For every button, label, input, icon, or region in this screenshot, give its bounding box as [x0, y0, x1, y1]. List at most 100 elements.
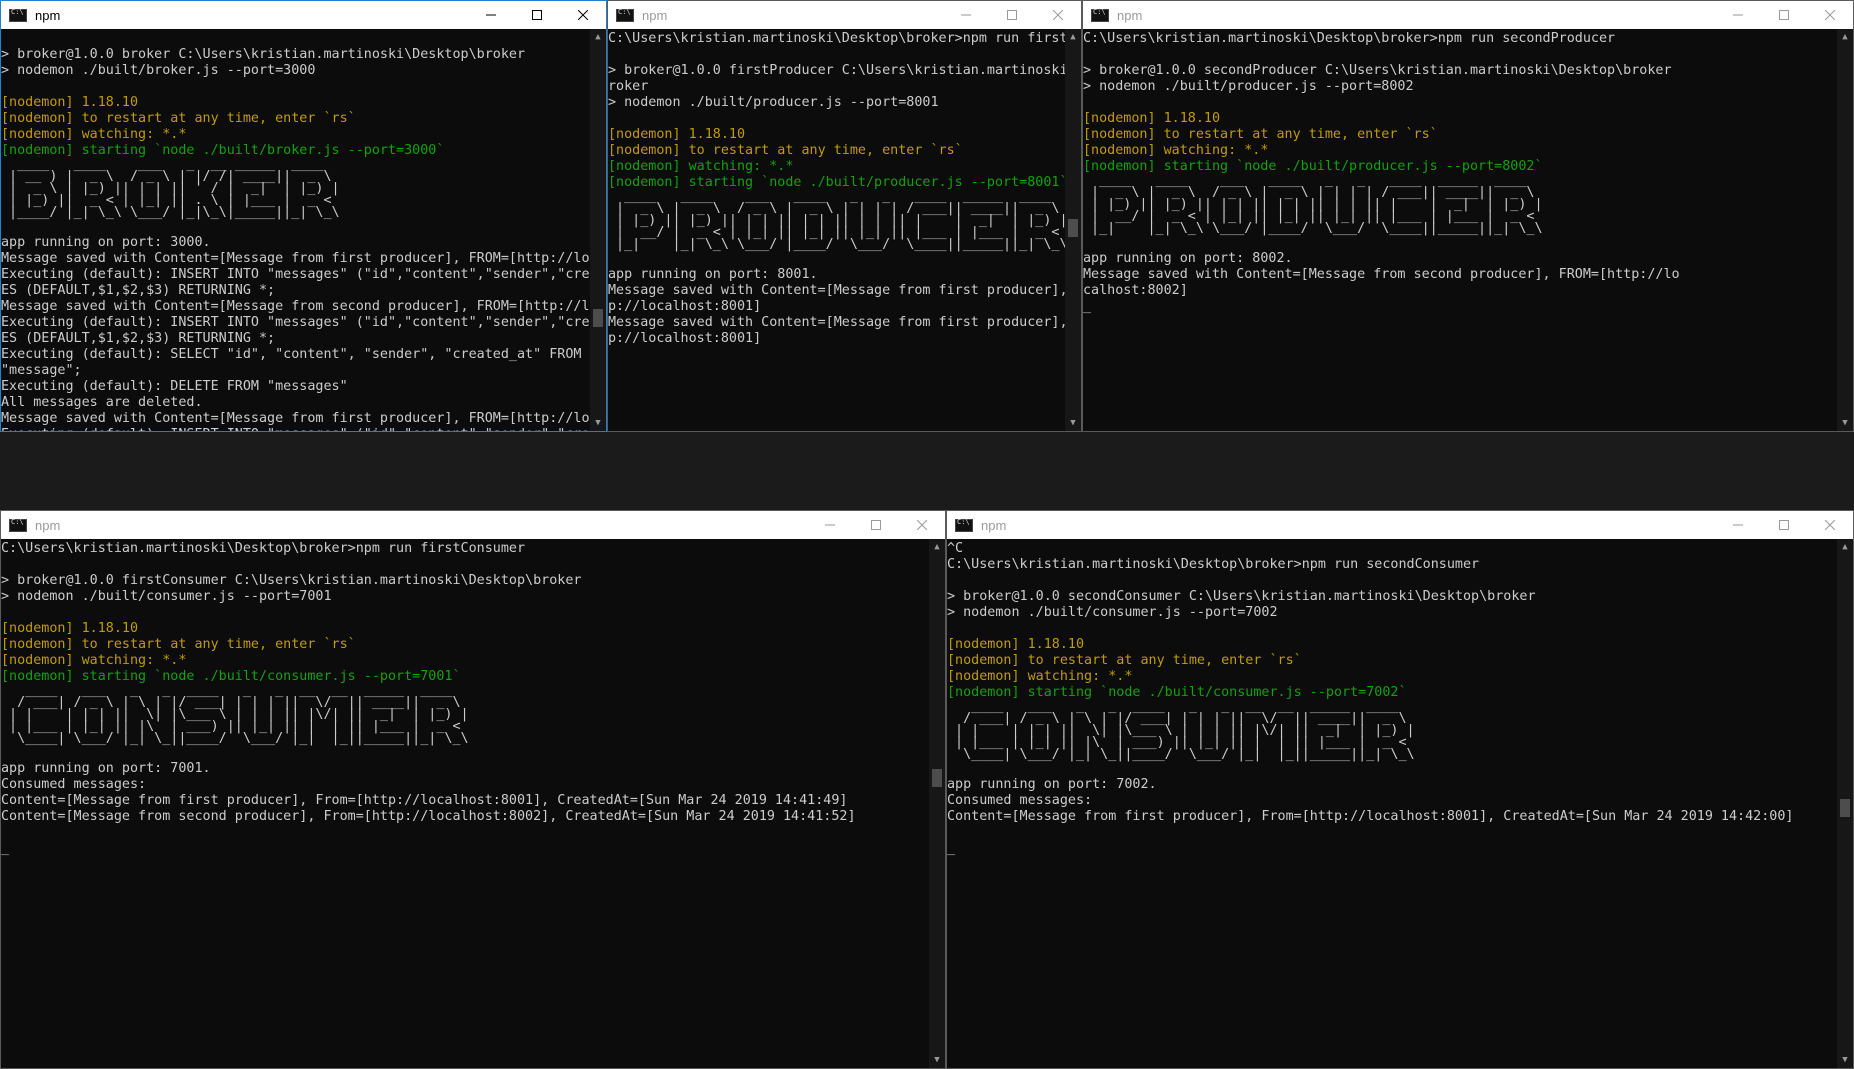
scrollbar[interactable]: ▲ ▼: [1065, 29, 1081, 431]
minimize-icon[interactable]: [807, 511, 853, 539]
console-line: C:\Users\kristian.martinoski\Desktop\bro…: [947, 557, 1480, 572]
terminal-window-second-consumer[interactable]: npm ^CC:\Users\kristian.martinoski\Deskt…: [946, 510, 1854, 1069]
close-icon[interactable]: [560, 1, 606, 29]
scroll-up-icon[interactable]: ▲: [590, 29, 606, 45]
console-line: app running on port: 8002.: [1083, 251, 1293, 266]
console-output[interactable]: C:\Users\kristian.martinoski\Desktop\bro…: [1, 539, 929, 1068]
maximize-icon[interactable]: [514, 1, 560, 29]
scrollbar[interactable]: ▲ ▼: [1837, 539, 1853, 1068]
console-output[interactable]: C:\Users\kristian.martinoski\Desktop\bro…: [1083, 29, 1837, 431]
title-bar[interactable]: npm: [1, 1, 606, 29]
console-line: Executing (default): INSERT INTO "messag…: [1, 315, 590, 330]
console-line: app running on port: 7001.: [1, 761, 211, 776]
close-icon[interactable]: [1035, 1, 1081, 29]
console-line: Content=[Message from first producer], F…: [947, 809, 1794, 824]
console-line: [nodemon] 1.18.10: [947, 637, 1085, 652]
console-line: [nodemon] 1.18.10: [1, 621, 139, 636]
cmd-app-icon: [9, 8, 27, 22]
title-bar[interactable]: npm: [1, 511, 945, 539]
console-line: Executing (default): SELECT "id", "conte…: [1, 347, 590, 362]
title-bar[interactable]: npm: [608, 1, 1081, 29]
title-bar[interactable]: npm: [1083, 1, 1853, 29]
text-cursor: _: [947, 841, 956, 856]
terminal-window-first-producer[interactable]: npm C:\Users\kristian.martinoski\Desktop…: [607, 0, 1082, 432]
console-line: [nodemon] to restart at any time, enter …: [1083, 127, 1438, 142]
scroll-thumb[interactable]: [593, 309, 603, 327]
console-line: [nodemon] to restart at any time, enter …: [1, 111, 356, 126]
console-line: > nodemon ./built/broker.js --port=3000: [1, 63, 316, 78]
console-line: Message saved with Content=[Message from…: [1, 251, 590, 266]
scroll-up-icon[interactable]: ▲: [929, 539, 945, 555]
console-line: [nodemon] 1.18.10: [1, 95, 139, 110]
console-line: Executing (default): INSERT INTO "messag…: [1, 267, 590, 282]
maximize-icon[interactable]: [853, 511, 899, 539]
console-line: Executing (default): INSERT INTO "messag…: [1, 427, 590, 431]
text-cursor: _: [1, 841, 10, 856]
console-line: roker: [608, 79, 649, 94]
scroll-up-icon[interactable]: ▲: [1837, 539, 1853, 555]
console-output[interactable]: > broker@1.0.0 broker C:\Users\kristian.…: [1, 29, 590, 431]
scrollbar[interactable]: ▲ ▼: [929, 539, 945, 1068]
console-line: "message";: [1, 363, 82, 378]
close-icon[interactable]: [1807, 511, 1853, 539]
console-line: Content=[Message from first producer], F…: [1, 793, 848, 808]
console-line: p://localhost:8001]: [608, 331, 762, 346]
scroll-down-icon[interactable]: ▼: [929, 1052, 945, 1068]
console-line: [nodemon] to restart at any time, enter …: [947, 653, 1302, 668]
scroll-down-icon[interactable]: ▼: [1837, 1052, 1853, 1068]
scroll-thumb[interactable]: [932, 769, 942, 787]
console-line: > nodemon ./built/producer.js --port=800…: [1083, 79, 1414, 94]
minimize-icon[interactable]: [1715, 1, 1761, 29]
minimize-icon[interactable]: [943, 1, 989, 29]
scrollbar[interactable]: ▲ ▼: [1837, 29, 1853, 431]
maximize-icon[interactable]: [1761, 511, 1807, 539]
scroll-down-icon[interactable]: ▼: [590, 415, 606, 431]
console-line: > broker@1.0.0 firstConsumer C:\Users\kr…: [1, 573, 582, 588]
console-line: > broker@1.0.0 secondProducer C:\Users\k…: [1083, 63, 1672, 78]
maximize-icon[interactable]: [989, 1, 1035, 29]
terminal-window-first-consumer[interactable]: npm C:\Users\kristian.martinoski\Desktop…: [0, 510, 946, 1069]
scroll-up-icon[interactable]: ▲: [1065, 29, 1081, 45]
close-icon[interactable]: [899, 511, 945, 539]
terminal-window-broker[interactable]: npm > broker@1.0.0 broker C:\Users\krist…: [0, 0, 607, 432]
ascii-banner-line: \____| \___/ |_| \_||____/ \___/ |_| |_|…: [947, 747, 1415, 762]
minimize-icon[interactable]: [1715, 511, 1761, 539]
window-title: npm: [642, 7, 668, 23]
terminal-window-second-producer[interactable]: npm C:\Users\kristian.martinoski\Desktop…: [1082, 0, 1854, 432]
console-line: Executing (default): DELETE FROM "messag…: [1, 379, 348, 394]
text-cursor: _: [1083, 299, 1092, 314]
ascii-banner-line: |_| |_| \_\ \___/ |____/ \___/ \____||__…: [1083, 221, 1543, 236]
window-title: npm: [1117, 7, 1143, 23]
scroll-thumb[interactable]: [1068, 219, 1078, 237]
ascii-banner: ____ ___ _ _ ____ _ _ __ __ _____ ____ /…: [947, 700, 1837, 762]
minimize-icon[interactable]: [468, 1, 514, 29]
cmd-app-icon: [616, 8, 634, 22]
scroll-down-icon[interactable]: ▼: [1065, 415, 1081, 431]
scroll-thumb[interactable]: [1840, 799, 1850, 817]
console-line: Message saved with Content=[Message from…: [608, 283, 1065, 298]
console-line: Message saved with Content=[Message from…: [1, 299, 590, 314]
title-bar[interactable]: npm: [947, 511, 1853, 539]
scroll-down-icon[interactable]: ▼: [1837, 415, 1853, 431]
console-line: Content=[Message from second producer], …: [1, 809, 856, 824]
close-icon[interactable]: [1807, 1, 1853, 29]
scrollbar[interactable]: ▲ ▼: [590, 29, 606, 431]
console-output[interactable]: ^C C:\Users\kristian.martinoski\Desktop\b…: [947, 539, 1837, 1068]
console-output[interactable]: C:\Users\kristian.martinoski\Desktop\bro…: [608, 29, 1065, 431]
ascii-banner-line: |____/ |_| \_\ \___/ |_|\_\|_____||_| \_…: [1, 205, 340, 220]
maximize-icon[interactable]: [1761, 1, 1807, 29]
scroll-up-icon[interactable]: ▲: [1837, 29, 1853, 45]
cmd-app-icon: [1091, 8, 1109, 22]
console-line: [nodemon] to restart at any time, enter …: [1, 637, 356, 652]
